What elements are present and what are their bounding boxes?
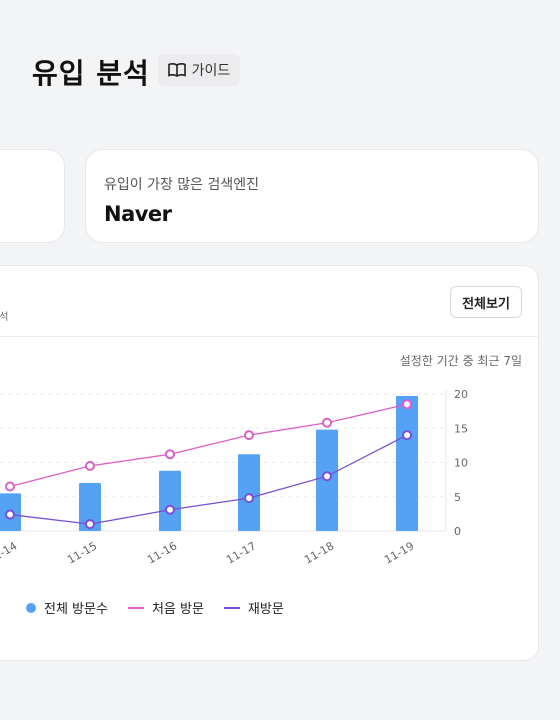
y-tick-label: 10 [454,457,468,470]
x-tick-label: 11-14 [0,539,19,566]
y-tick-label: 15 [454,422,468,435]
x-tick-label: 11-18 [302,539,336,566]
first-visit-point [165,449,175,460]
x-tick-label: 11-15 [65,539,99,566]
first-visit-point [5,481,15,492]
legend-label-first-visit: 처음 방문 [151,602,204,617]
chart-legend: 전체 방문수 처음 방문 재방문 [26,598,284,617]
bar [159,470,181,531]
x-tick-label: 11-16 [145,539,179,566]
first-visit-point [244,430,254,441]
legend-line-revisit [223,606,240,609]
bar [396,396,418,531]
revisit-line [9,434,408,525]
first-visit-line [9,403,408,488]
revisit-point [5,509,15,520]
legend-line-first-visit [127,606,144,609]
x-tick-label: 11-19 [382,539,416,566]
legend-item-revisit: 재방문 [223,598,284,617]
legend-item-total: 전체 방문수 [26,598,108,617]
x-tick-label: 11-17 [224,539,258,566]
revisit-point [85,519,95,530]
legend-label-revisit: 재방문 [247,602,284,617]
legend-label-total: 전체 방문수 [44,602,108,617]
legend-item-first-visit: 처음 방문 [127,598,204,617]
y-tick-label: 5 [454,491,461,504]
y-tick-label: 0 [454,525,461,538]
legend-dot-total [26,602,36,613]
first-visit-point [322,417,332,428]
revisit-point [322,471,332,482]
revisit-point [244,493,254,504]
first-visit-point [85,460,95,471]
revisit-point [165,504,175,515]
first-visit-point [402,399,412,410]
bar [238,454,260,531]
y-tick-label: 20 [454,388,468,401]
revisit-point [402,430,412,441]
